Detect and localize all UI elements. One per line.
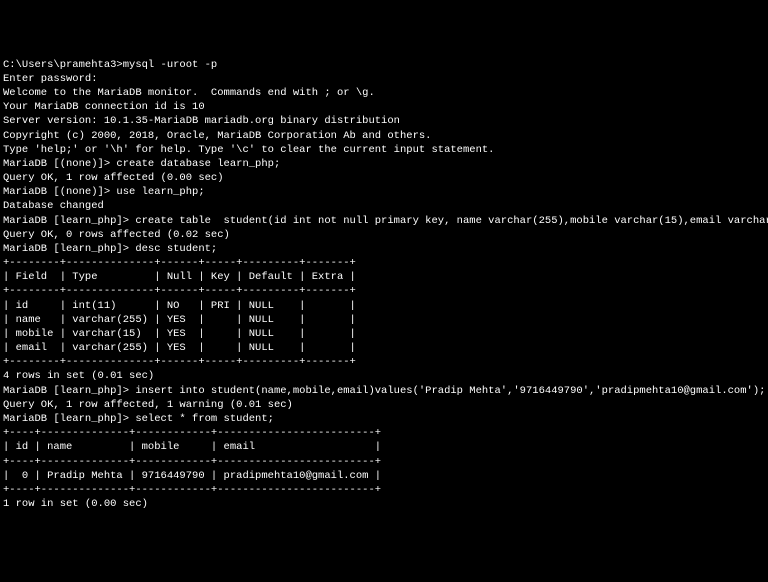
terminal-line: Database changed	[3, 199, 765, 213]
terminal-line: Server version: 10.1.35-MariaDB mariadb.…	[3, 114, 765, 128]
terminal-line: 4 rows in set (0.01 sec)	[3, 369, 765, 383]
terminal-line: Welcome to the MariaDB monitor. Commands…	[3, 86, 765, 100]
terminal-line: Query OK, 1 row affected (0.00 sec)	[3, 171, 765, 185]
terminal-line: | id | int(11) | NO | PRI | NULL | |	[3, 299, 765, 313]
terminal-line: Your MariaDB connection id is 10	[3, 100, 765, 114]
terminal-line: | 0 | Pradip Mehta | 9716449790 | pradip…	[3, 469, 765, 483]
terminal-line: Copyright (c) 2000, 2018, Oracle, MariaD…	[3, 129, 765, 143]
terminal-line: +--------+--------------+------+-----+--…	[3, 256, 765, 270]
terminal-line: MariaDB [(none)]> create database learn_…	[3, 157, 765, 171]
terminal-line: MariaDB [learn_php]> insert into student…	[3, 384, 765, 398]
terminal-line: +----+--------------+------------+------…	[3, 426, 765, 440]
terminal-line: 1 row in set (0.00 sec)	[3, 497, 765, 511]
terminal-line: Enter password:	[3, 72, 765, 86]
terminal-line: | email | varchar(255) | YES | | NULL | …	[3, 341, 765, 355]
terminal-line: C:\Users\pramehta3>mysql -uroot -p	[3, 58, 765, 72]
terminal-line: +--------+--------------+------+-----+--…	[3, 355, 765, 369]
terminal-line: | mobile | varchar(15) | YES | | NULL | …	[3, 327, 765, 341]
terminal-line: MariaDB [learn_php]> create table studen…	[3, 214, 765, 228]
terminal-line: MariaDB [learn_php]> desc student;	[3, 242, 765, 256]
terminal-line: MariaDB [learn_php]> select * from stude…	[3, 412, 765, 426]
terminal-line: +----+--------------+------------+------…	[3, 483, 765, 497]
terminal-line: | id | name | mobile | email |	[3, 440, 765, 454]
terminal-line: Query OK, 1 row affected, 1 warning (0.0…	[3, 398, 765, 412]
terminal-line: Query OK, 0 rows affected (0.02 sec)	[3, 228, 765, 242]
terminal-line: MariaDB [(none)]> use learn_php;	[3, 185, 765, 199]
terminal-line: +----+--------------+------------+------…	[3, 455, 765, 469]
terminal-output[interactable]: C:\Users\pramehta3>mysql -uroot -pEnter …	[3, 58, 765, 512]
terminal-line: +--------+--------------+------+-----+--…	[3, 284, 765, 298]
terminal-line: | Field | Type | Null | Key | Default | …	[3, 270, 765, 284]
terminal-line: Type 'help;' or '\h' for help. Type '\c'…	[3, 143, 765, 157]
terminal-line: | name | varchar(255) | YES | | NULL | |	[3, 313, 765, 327]
